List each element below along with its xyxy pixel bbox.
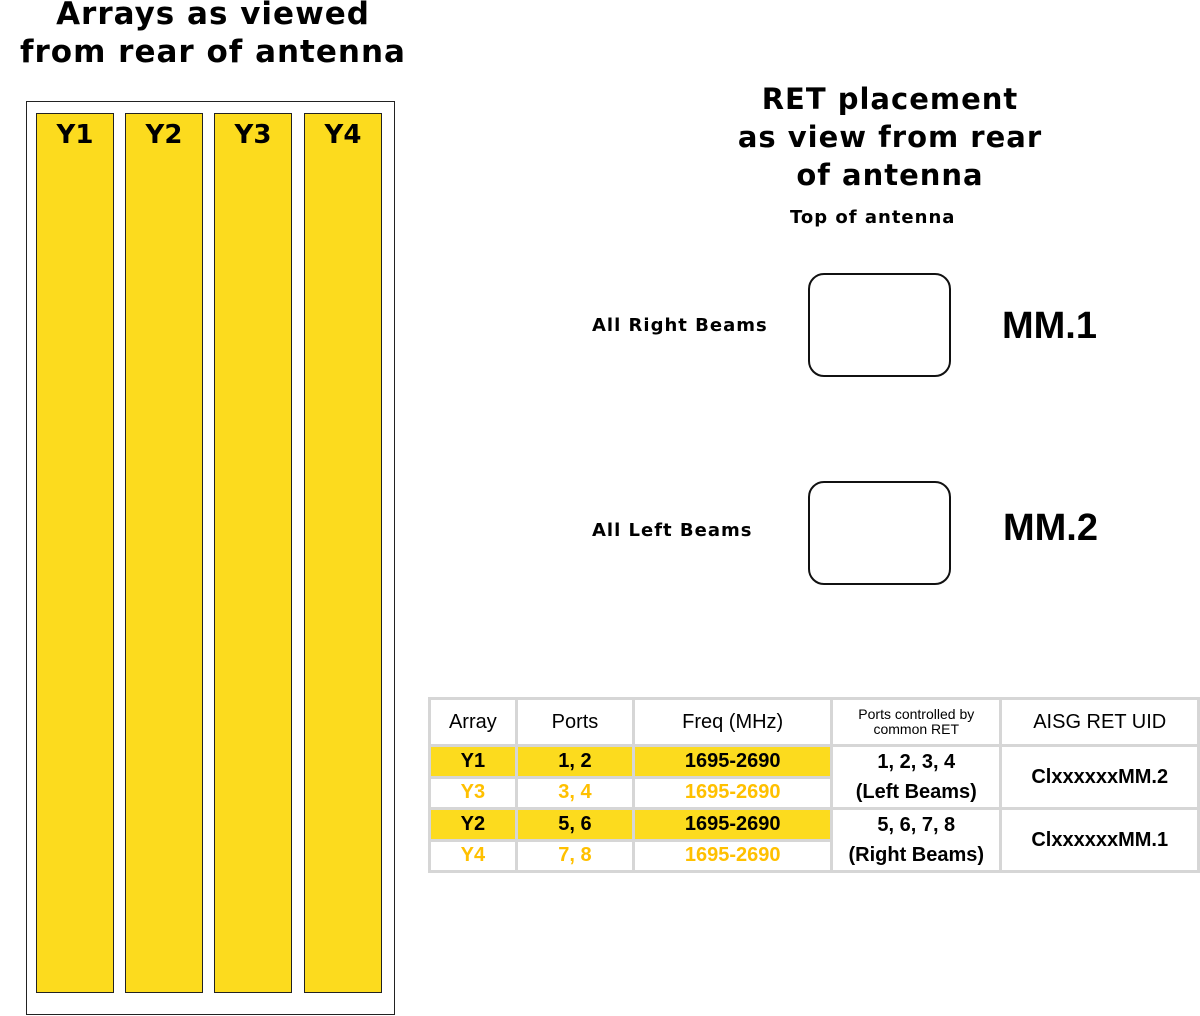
ret-title: RET placement as view from rear of antenna — [737, 82, 1043, 192]
ret-table: Array Ports Freq (MHz) Ports controlled … — [428, 697, 1200, 873]
array-y4: Y4 — [304, 113, 382, 993]
table-row: Y2 5, 6 1695-2690 5, 6, 7, 8 (Right Beams) … — [428, 807, 1200, 873]
array-y1: Y1 — [36, 113, 114, 993]
ret-name-mm1: MM.1 — [1002, 305, 1097, 347]
arrays-title: Arrays as viewed from rear of antenna — [20, 0, 406, 70]
ret-box-mm1 — [808, 273, 951, 377]
left-beams-label: All Left Beams — [592, 520, 753, 541]
array-y3: Y3 — [214, 113, 292, 993]
table-header: Array Ports Freq (MHz) Ports controlled … — [428, 697, 1200, 747]
table-row: Y1 1, 2 1695-2690 1, 2, 3, 4 (Left Beams) C… — [428, 744, 1200, 810]
ret-name-mm2: MM.2 — [1003, 507, 1098, 549]
ret-box-mm2 — [808, 481, 951, 585]
right-beams-label: All Right Beams — [592, 315, 768, 336]
top-of-antenna-label: Top of antenna — [790, 207, 956, 228]
array-y2: Y2 — [125, 113, 203, 993]
